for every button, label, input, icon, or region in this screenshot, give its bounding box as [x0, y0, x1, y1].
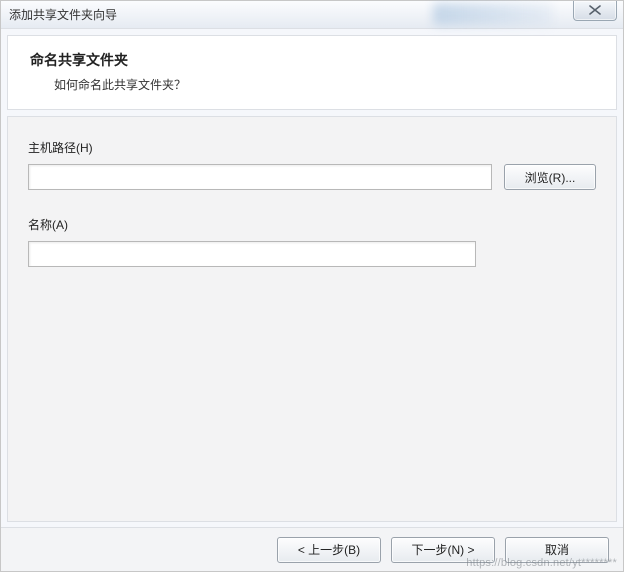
browse-button[interactable]: 浏览(R)... — [504, 164, 596, 190]
wizard-window: 添加共享文件夹向导 命名共享文件夹 如何命名此共享文件夹？ 主机路径(H) 浏览… — [0, 0, 624, 572]
wizard-footer: < 上一步(B) 下一步(N) > 取消 — [1, 527, 623, 571]
titlebar-blur — [433, 3, 553, 25]
close-icon — [589, 4, 601, 18]
window-title: 添加共享文件夹向导 — [9, 6, 117, 23]
wizard-body: 主机路径(H) 浏览(R)... 名称(A) — [7, 116, 617, 522]
host-path-label: 主机路径(H) — [28, 139, 596, 156]
next-button[interactable]: 下一步(N) > — [391, 537, 495, 563]
title-bar: 添加共享文件夹向导 — [1, 1, 623, 29]
close-button[interactable] — [573, 1, 617, 21]
wizard-step-title: 命名共享文件夹 — [30, 50, 594, 70]
name-group: 名称(A) — [28, 216, 596, 267]
name-label: 名称(A) — [28, 216, 596, 233]
back-button[interactable]: < 上一步(B) — [277, 537, 381, 563]
wizard-step-subtitle: 如何命名此共享文件夹？ — [54, 76, 594, 93]
wizard-header: 命名共享文件夹 如何命名此共享文件夹？ — [7, 35, 617, 110]
host-path-input[interactable] — [28, 164, 492, 190]
name-input[interactable] — [28, 241, 476, 267]
cancel-button[interactable]: 取消 — [505, 537, 609, 563]
host-path-group: 主机路径(H) 浏览(R)... — [28, 139, 596, 190]
